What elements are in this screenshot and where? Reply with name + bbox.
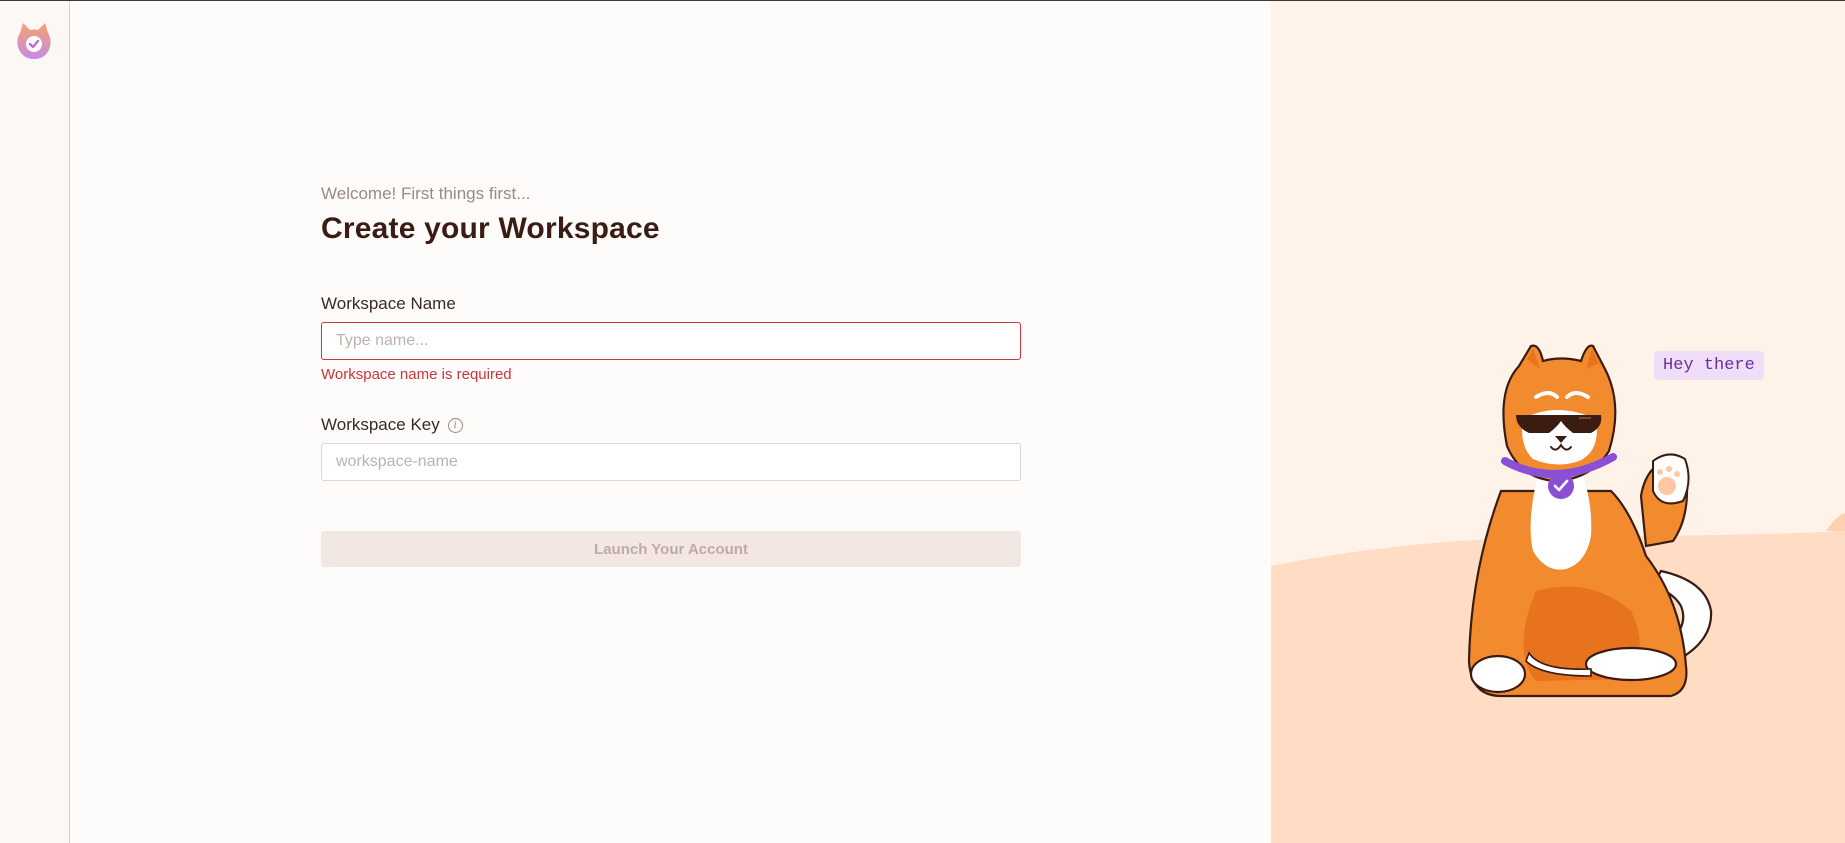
cat-check-logo-icon[interactable] bbox=[14, 21, 54, 61]
page-subtitle: Welcome! First things first... bbox=[321, 184, 531, 203]
left-rail bbox=[0, 1, 70, 843]
workspace-name-input[interactable] bbox=[321, 322, 1021, 360]
workspace-name-error: Workspace name is required bbox=[321, 366, 512, 383]
launch-account-button[interactable]: Launch Your Account bbox=[321, 531, 1021, 567]
main-panel: Welcome! First things first... Create yo… bbox=[71, 1, 1271, 843]
info-icon[interactable]: i bbox=[447, 417, 463, 433]
workspace-name-label: Workspace Name bbox=[321, 294, 456, 313]
workspace-key-label-row: Workspace Key i bbox=[321, 415, 1021, 435]
workspace-name-label-row: Workspace Name bbox=[321, 294, 1021, 314]
speech-bubble: Hey there bbox=[1654, 351, 1764, 380]
illustration-panel: Hey there bbox=[1271, 1, 1845, 843]
create-workspace-form: Welcome! First things first... Create yo… bbox=[321, 184, 1021, 567]
page-title: Create your Workspace bbox=[321, 212, 660, 245]
workspace-key-label: Workspace Key bbox=[321, 415, 440, 434]
cat-mascot-icon bbox=[1467, 344, 1713, 698]
workspace-key-input[interactable] bbox=[321, 443, 1021, 481]
